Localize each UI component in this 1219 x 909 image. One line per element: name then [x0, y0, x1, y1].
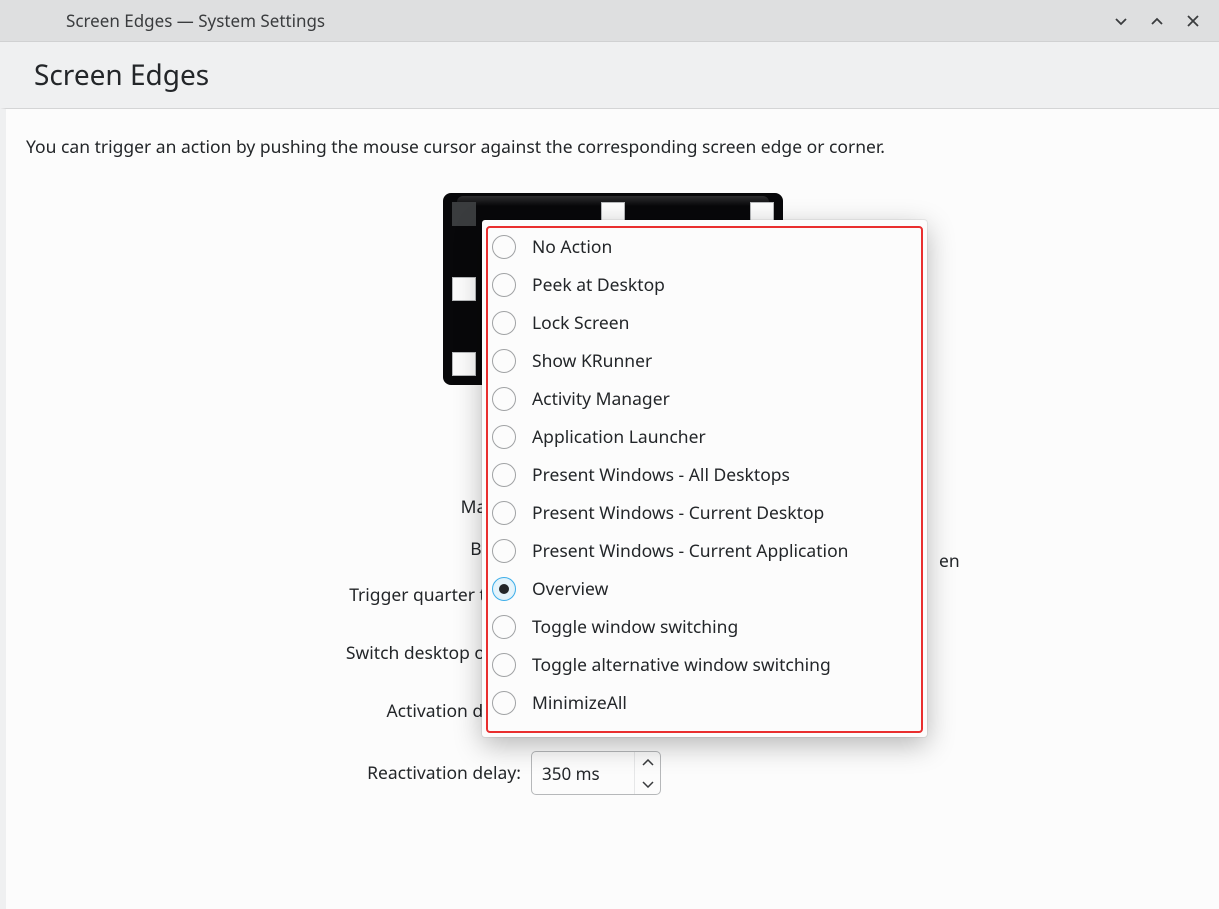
- action-option-label: Present Windows - All Desktops: [532, 463, 790, 487]
- radio-icon: [492, 615, 516, 639]
- chevron-up-icon: [642, 759, 654, 767]
- maximize-button[interactable]: [1141, 5, 1173, 37]
- hotspot-top-left[interactable]: [452, 202, 476, 226]
- action-option[interactable]: Application Launcher: [482, 418, 927, 456]
- maximize-label: Maximi: [26, 495, 531, 519]
- action-option-label: No Action: [532, 235, 612, 259]
- radio-icon: [492, 273, 516, 297]
- action-option[interactable]: Lock Screen: [482, 304, 927, 342]
- activation-delay-label: Activation delay:: [26, 699, 531, 723]
- edge-action-popup[interactable]: No Action Peek at Desktop Lock Screen Show …: [482, 220, 927, 737]
- action-option[interactable]: Activity Manager: [482, 380, 927, 418]
- action-option-label: Show KRunner: [532, 349, 652, 373]
- action-option[interactable]: Show KRunner: [482, 342, 927, 380]
- radio-icon: [492, 691, 516, 715]
- action-option-label: Application Launcher: [532, 425, 706, 449]
- reactivation-delay-spinbox[interactable]: 350 ms: [531, 751, 661, 795]
- page-title: Screen Edges: [34, 56, 1191, 94]
- titlebar: Screen Edges — System Settings: [0, 0, 1219, 42]
- action-option-label: Peek at Desktop: [532, 273, 665, 297]
- window-title: Screen Edges — System Settings: [66, 9, 325, 32]
- chevron-down-icon: [1113, 13, 1129, 29]
- description-text: You can trigger an action by pushing the…: [26, 135, 1199, 159]
- radio-icon: [492, 425, 516, 449]
- radio-icon: [492, 463, 516, 487]
- hotspot-bottom-left[interactable]: [452, 352, 476, 376]
- action-option-label: Toggle alternative window switching: [532, 653, 831, 677]
- reactivation-delay-value: 350 ms: [532, 752, 634, 794]
- action-option-label: Present Windows - Current Desktop: [532, 501, 824, 525]
- page-header: Screen Edges: [0, 42, 1219, 109]
- chevron-up-icon: [1149, 13, 1165, 29]
- radio-icon: [492, 577, 516, 601]
- action-option[interactable]: Peek at Desktop: [482, 266, 927, 304]
- reactivation-delay-label: Reactivation delay:: [26, 761, 531, 785]
- action-option-label: Activity Manager: [532, 387, 670, 411]
- reactivation-delay-down[interactable]: [635, 773, 660, 794]
- radio-icon: [492, 539, 516, 563]
- reactivation-delay-up[interactable]: [635, 752, 660, 773]
- content-area: You can trigger an action by pushing the…: [0, 109, 1219, 909]
- action-option[interactable]: Overview: [482, 570, 927, 608]
- radio-icon: [492, 311, 516, 335]
- action-option[interactable]: Present Windows - Current Application: [482, 532, 927, 570]
- action-option[interactable]: MinimizeAll: [482, 684, 927, 722]
- close-icon: [1185, 13, 1201, 29]
- radio-icon: [492, 501, 516, 525]
- action-option[interactable]: Toggle alternative window switching: [482, 646, 927, 684]
- quarter-tiling-label: Trigger quarter tiling: [26, 583, 531, 607]
- radio-icon: [492, 387, 516, 411]
- hotspot-left[interactable]: [452, 277, 476, 301]
- action-option-label: Present Windows - Current Application: [532, 539, 848, 563]
- radio-icon: [492, 235, 516, 259]
- action-option-label: MinimizeAll: [532, 691, 627, 715]
- action-option-label: Toggle window switching: [532, 615, 738, 639]
- minimize-button[interactable]: [1105, 5, 1137, 37]
- action-option[interactable]: No Action: [482, 220, 927, 266]
- close-button[interactable]: [1177, 5, 1209, 37]
- action-option[interactable]: Toggle window switching: [482, 608, 927, 646]
- action-option-label: Lock Screen: [532, 311, 630, 335]
- action-option-label: Overview: [532, 577, 608, 601]
- radio-icon: [492, 653, 516, 677]
- switch-desktop-label: Switch desktop on ed: [26, 641, 531, 665]
- chevron-down-icon: [642, 780, 654, 788]
- action-option[interactable]: Present Windows - Current Desktop: [482, 494, 927, 532]
- behaviour-label: Behav: [26, 537, 531, 561]
- radio-icon: [492, 349, 516, 373]
- action-option[interactable]: Present Windows - All Desktops: [482, 456, 927, 494]
- behaviour-suffix: en: [939, 549, 960, 573]
